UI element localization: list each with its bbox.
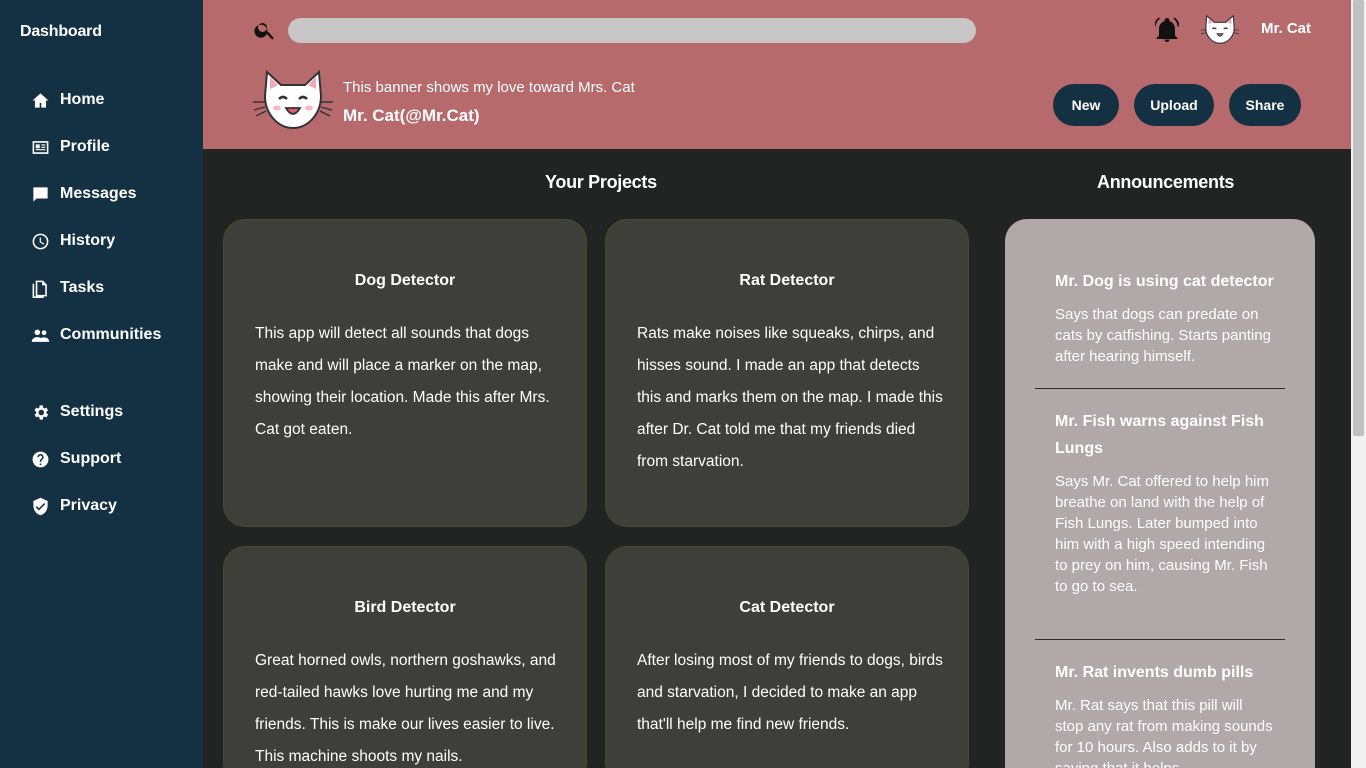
project-card-cat-detector[interactable]: Cat Detector After losing most of my fri… bbox=[605, 546, 969, 768]
sidebar-item-privacy[interactable]: Privacy bbox=[30, 492, 117, 520]
project-card-dog-detector[interactable]: Dog Detector This app will detect all so… bbox=[223, 219, 587, 527]
sidebar-item-label: Settings bbox=[60, 403, 124, 420]
sidebar-item-label: Home bbox=[60, 91, 105, 108]
scrollbar-thumb[interactable] bbox=[1353, 0, 1364, 436]
card-description: Great horned owls, northern goshawks, an… bbox=[255, 652, 556, 765]
sidebar-item-history[interactable]: History bbox=[30, 227, 115, 255]
sidebar-item-label: Privacy bbox=[60, 497, 117, 514]
avatar[interactable] bbox=[1200, 12, 1240, 46]
announcement-text: Says that dogs can predate on cats by ca… bbox=[1055, 306, 1271, 365]
header-username[interactable]: Mr. Cat bbox=[1261, 20, 1311, 37]
sidebar-item-home[interactable]: Home bbox=[30, 86, 104, 114]
banner-avatar bbox=[253, 68, 333, 134]
announcement-title[interactable]: Mr. Rat invents dumb pills bbox=[1055, 659, 1285, 686]
card-title: Rat Detector bbox=[739, 272, 835, 289]
announcements-title: Announcements bbox=[1097, 172, 1235, 192]
project-card-rat-detector[interactable]: Rat Detector Rats make noises like squea… bbox=[605, 219, 969, 527]
sidebar-item-label: History bbox=[60, 232, 116, 249]
banner-handle: Mr. Cat(@Mr.Cat) bbox=[343, 106, 480, 125]
sidebar: Dashboard Home Profile Messages History … bbox=[0, 0, 203, 768]
share-button[interactable]: Share bbox=[1229, 84, 1301, 126]
search-icon[interactable] bbox=[253, 18, 277, 42]
group-icon bbox=[30, 325, 50, 345]
home-icon bbox=[30, 90, 50, 110]
sidebar-item-tasks[interactable]: Tasks bbox=[30, 274, 104, 302]
announcement-text: Says Mr. Cat offered to help him breathe… bbox=[1055, 473, 1269, 595]
new-button[interactable]: New bbox=[1053, 84, 1119, 126]
projects-title: Your Projects bbox=[545, 172, 657, 192]
shield-icon bbox=[30, 496, 50, 516]
upload-button[interactable]: Upload bbox=[1134, 84, 1214, 126]
banner-text: This banner shows my love toward Mrs. Ca… bbox=[343, 79, 635, 96]
sidebar-item-support[interactable]: Support bbox=[30, 445, 121, 473]
gear-icon bbox=[30, 402, 50, 422]
card-description: After losing most of my friends to dogs,… bbox=[637, 652, 943, 733]
card-description: This app will detect all sounds that dog… bbox=[255, 325, 550, 438]
sidebar-item-profile[interactable]: Profile bbox=[30, 133, 110, 161]
header: Mr. Cat This banner shows my love toward… bbox=[203, 0, 1351, 149]
card-description: Rats make noises like squeaks, chirps, a… bbox=[637, 325, 943, 470]
sidebar-item-label: Communities bbox=[60, 326, 162, 343]
message-icon bbox=[30, 184, 50, 204]
sidebar-item-settings[interactable]: Settings bbox=[30, 398, 123, 426]
announcement-title[interactable]: Mr. Fish warns against Fish Lungs bbox=[1055, 408, 1285, 462]
clock-icon bbox=[30, 231, 50, 251]
project-card-bird-detector[interactable]: Bird Detector Great horned owls, norther… bbox=[223, 546, 587, 768]
card-title: Cat Detector bbox=[739, 599, 835, 616]
card-title: Bird Detector bbox=[354, 599, 456, 616]
profile-card-icon bbox=[30, 137, 50, 157]
sidebar-item-label: Support bbox=[60, 450, 122, 467]
divider bbox=[1035, 388, 1285, 389]
sidebar-item-label: Profile bbox=[60, 138, 110, 155]
divider bbox=[1035, 639, 1285, 640]
sidebar-item-communities[interactable]: Communities bbox=[30, 321, 161, 349]
announcements-panel: Mr. Dog is using cat detector Says that … bbox=[1005, 219, 1315, 768]
announcement-text: Mr. Rat says that this pill will stop an… bbox=[1055, 697, 1273, 768]
sidebar-title[interactable]: Dashboard bbox=[20, 23, 102, 41]
search-input[interactable] bbox=[288, 18, 976, 43]
sidebar-item-messages[interactable]: Messages bbox=[30, 180, 137, 208]
card-title: Dog Detector bbox=[354, 272, 456, 289]
help-icon bbox=[30, 449, 50, 469]
sidebar-item-label: Messages bbox=[60, 185, 137, 202]
scrollbar[interactable] bbox=[1351, 0, 1366, 768]
sidebar-item-label: Tasks bbox=[60, 279, 105, 296]
notification-bell-icon[interactable] bbox=[1154, 17, 1180, 43]
document-icon bbox=[30, 278, 50, 298]
announcement-title[interactable]: Mr. Dog is using cat detector bbox=[1055, 268, 1285, 295]
